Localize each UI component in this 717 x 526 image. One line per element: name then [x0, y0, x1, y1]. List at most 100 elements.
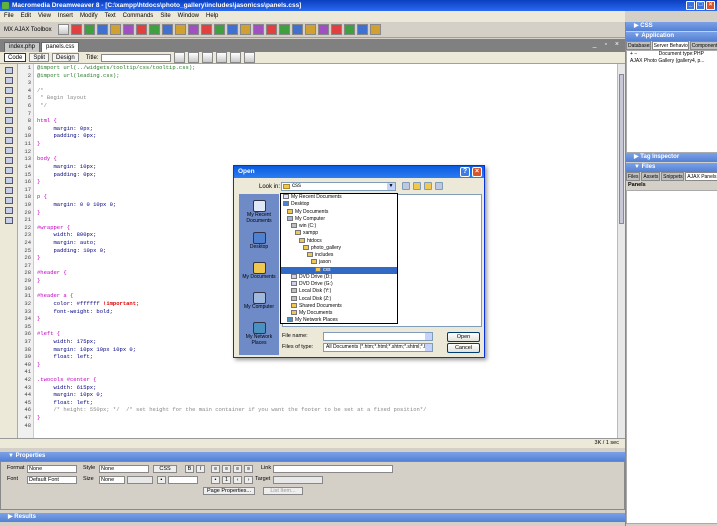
dropdown-item[interactable]: xampp: [281, 230, 397, 237]
place-desktop[interactable]: Desktop: [239, 232, 279, 251]
tab-snippets[interactable]: Snippets: [661, 172, 685, 181]
ordered-list-icon[interactable]: 1: [222, 476, 231, 484]
dropdown-item[interactable]: Local Disk (Y:): [281, 288, 397, 295]
list-item-button[interactable]: List Item...: [263, 487, 303, 495]
align-left-icon[interactable]: ≡: [211, 465, 220, 473]
ajax-tool-icon[interactable]: [148, 24, 160, 35]
help-icon[interactable]: ?: [460, 167, 470, 177]
dropdown-item[interactable]: photo_gallery: [281, 245, 397, 252]
chevron-down-icon[interactable]: [425, 333, 432, 340]
outdent-text-icon[interactable]: ‹: [233, 476, 242, 484]
recent-snippets-icon[interactable]: [5, 177, 13, 184]
ajax-tool-icon[interactable]: [291, 24, 303, 35]
dropdown-item[interactable]: DVD Drive (D:): [281, 274, 397, 281]
properties-panel-header[interactable]: ▼ Properties: [0, 452, 625, 461]
code-scrollbar[interactable]: [617, 64, 625, 438]
tab-databases[interactable]: Databases: [626, 41, 651, 50]
split-view-button[interactable]: Split: [29, 53, 50, 62]
ajax-tool-icon[interactable]: [226, 24, 238, 35]
indent-text-icon[interactable]: ›: [244, 476, 253, 484]
bold-button[interactable]: B: [185, 465, 194, 473]
look-in-select[interactable]: css ▼: [281, 182, 396, 191]
dropdown-item[interactable]: includes: [281, 252, 397, 259]
document-window-controls[interactable]: _ ▫ ×: [593, 41, 622, 48]
visual-aids-icon[interactable]: [230, 52, 242, 63]
dropdown-item[interactable]: My Documents: [281, 209, 397, 216]
remove-comment-icon[interactable]: [5, 157, 13, 164]
tab-server-behaviors[interactable]: Server Behaviors: [651, 41, 689, 50]
dropdown-item[interactable]: My Network Places: [281, 317, 397, 323]
dropdown-item[interactable]: DVD Drive (G:): [281, 281, 397, 288]
menu-item[interactable]: Edit: [21, 11, 31, 22]
files-panel-header[interactable]: ▼ Files: [626, 163, 717, 172]
scrollbar-thumb[interactable]: [619, 74, 624, 224]
view-menu-icon[interactable]: [435, 182, 443, 190]
dropdown-item[interactable]: css: [281, 266, 397, 274]
move-css-icon[interactable]: [5, 187, 13, 194]
tab-files[interactable]: Files: [626, 172, 641, 181]
wrap-tag-icon[interactable]: [5, 167, 13, 174]
remove-behavior-icon[interactable]: −: [634, 51, 637, 57]
files-of-type-select[interactable]: All Documents (*.htm;*.html;*.shtm;*.sht…: [323, 343, 433, 352]
ajax-tool-icon[interactable]: [96, 24, 108, 35]
toolbar-dropdown-icon[interactable]: [57, 24, 69, 35]
dropdown-item[interactable]: win (C:): [281, 223, 397, 230]
expand-all-icon[interactable]: [5, 97, 13, 104]
dropdown-item[interactable]: Desktop: [281, 201, 397, 208]
file-name-input[interactable]: [323, 332, 433, 341]
add-behavior-icon[interactable]: +: [630, 51, 633, 57]
view-options-icon[interactable]: [216, 52, 228, 63]
link-input[interactable]: [273, 465, 393, 473]
place-my-documents[interactable]: My Documents: [239, 262, 279, 281]
ajax-tool-icon[interactable]: [70, 24, 82, 35]
highlight-invalid-icon[interactable]: [5, 137, 13, 144]
dropdown-item[interactable]: Shared Documents: [281, 303, 397, 310]
balance-braces-icon[interactable]: [5, 117, 13, 124]
dropdown-item[interactable]: Local Disk (Z:): [281, 296, 397, 303]
dropdown-item[interactable]: My Computer: [281, 216, 397, 223]
align-right-icon[interactable]: ≡: [233, 465, 242, 473]
text-color-input[interactable]: [168, 476, 198, 484]
tab-panels-css[interactable]: panels.css: [41, 42, 80, 52]
ajax-tool-icon[interactable]: [161, 24, 173, 35]
cancel-button[interactable]: Cancel: [447, 343, 480, 353]
indent-icon[interactable]: [5, 197, 13, 204]
ajax-tool-icon[interactable]: [356, 24, 368, 35]
menu-item[interactable]: View: [38, 11, 51, 22]
tab-ajax-panels[interactable]: AJAX Panels: [685, 172, 717, 181]
file-management-icon[interactable]: [174, 52, 186, 63]
results-panel-header[interactable]: ▶ Results: [0, 513, 625, 522]
ajax-tool-icon[interactable]: [278, 24, 290, 35]
application-panel-header[interactable]: ▼ Application: [626, 32, 717, 41]
up-folder-icon[interactable]: [413, 182, 421, 190]
ajax-tool-icon[interactable]: [122, 24, 134, 35]
open-button[interactable]: Open: [447, 332, 480, 342]
style-select[interactable]: None: [99, 465, 149, 473]
code-view-button[interactable]: Code: [4, 53, 27, 62]
refresh-icon[interactable]: [202, 52, 214, 63]
css-button[interactable]: CSS: [153, 465, 177, 473]
minimize-icon[interactable]: _: [686, 1, 695, 10]
title-input[interactable]: [101, 53, 172, 62]
place-recent[interactable]: My Recent Documents: [239, 200, 279, 224]
ajax-tool-icon[interactable]: [174, 24, 186, 35]
server-behavior-item[interactable]: AJAX Photo Gallery (gallery4, p...: [627, 58, 717, 65]
place-network[interactable]: My Network Places: [239, 322, 279, 346]
select-parent-tag-icon[interactable]: [5, 107, 13, 114]
unordered-list-icon[interactable]: •: [211, 476, 220, 484]
chevron-down-icon[interactable]: ▼: [387, 183, 395, 190]
insert-bar-label[interactable]: MX AJAX Toolbox: [4, 27, 52, 33]
ajax-tool-icon[interactable]: [317, 24, 329, 35]
ajax-tool-icon[interactable]: [109, 24, 121, 35]
chevron-down-icon[interactable]: [425, 344, 432, 351]
menu-item[interactable]: Window: [178, 11, 199, 22]
italic-button[interactable]: I: [196, 465, 205, 473]
tab-components[interactable]: Components: [689, 41, 717, 50]
text-color-icon[interactable]: ▪: [157, 476, 166, 484]
size-unit-select[interactable]: [127, 476, 153, 484]
ajax-tool-icon[interactable]: [187, 24, 199, 35]
menu-item[interactable]: Site: [160, 11, 170, 22]
font-select[interactable]: Default Font: [27, 476, 77, 484]
menu-item[interactable]: Help: [206, 11, 218, 22]
collapse-selection-icon[interactable]: [5, 87, 13, 94]
